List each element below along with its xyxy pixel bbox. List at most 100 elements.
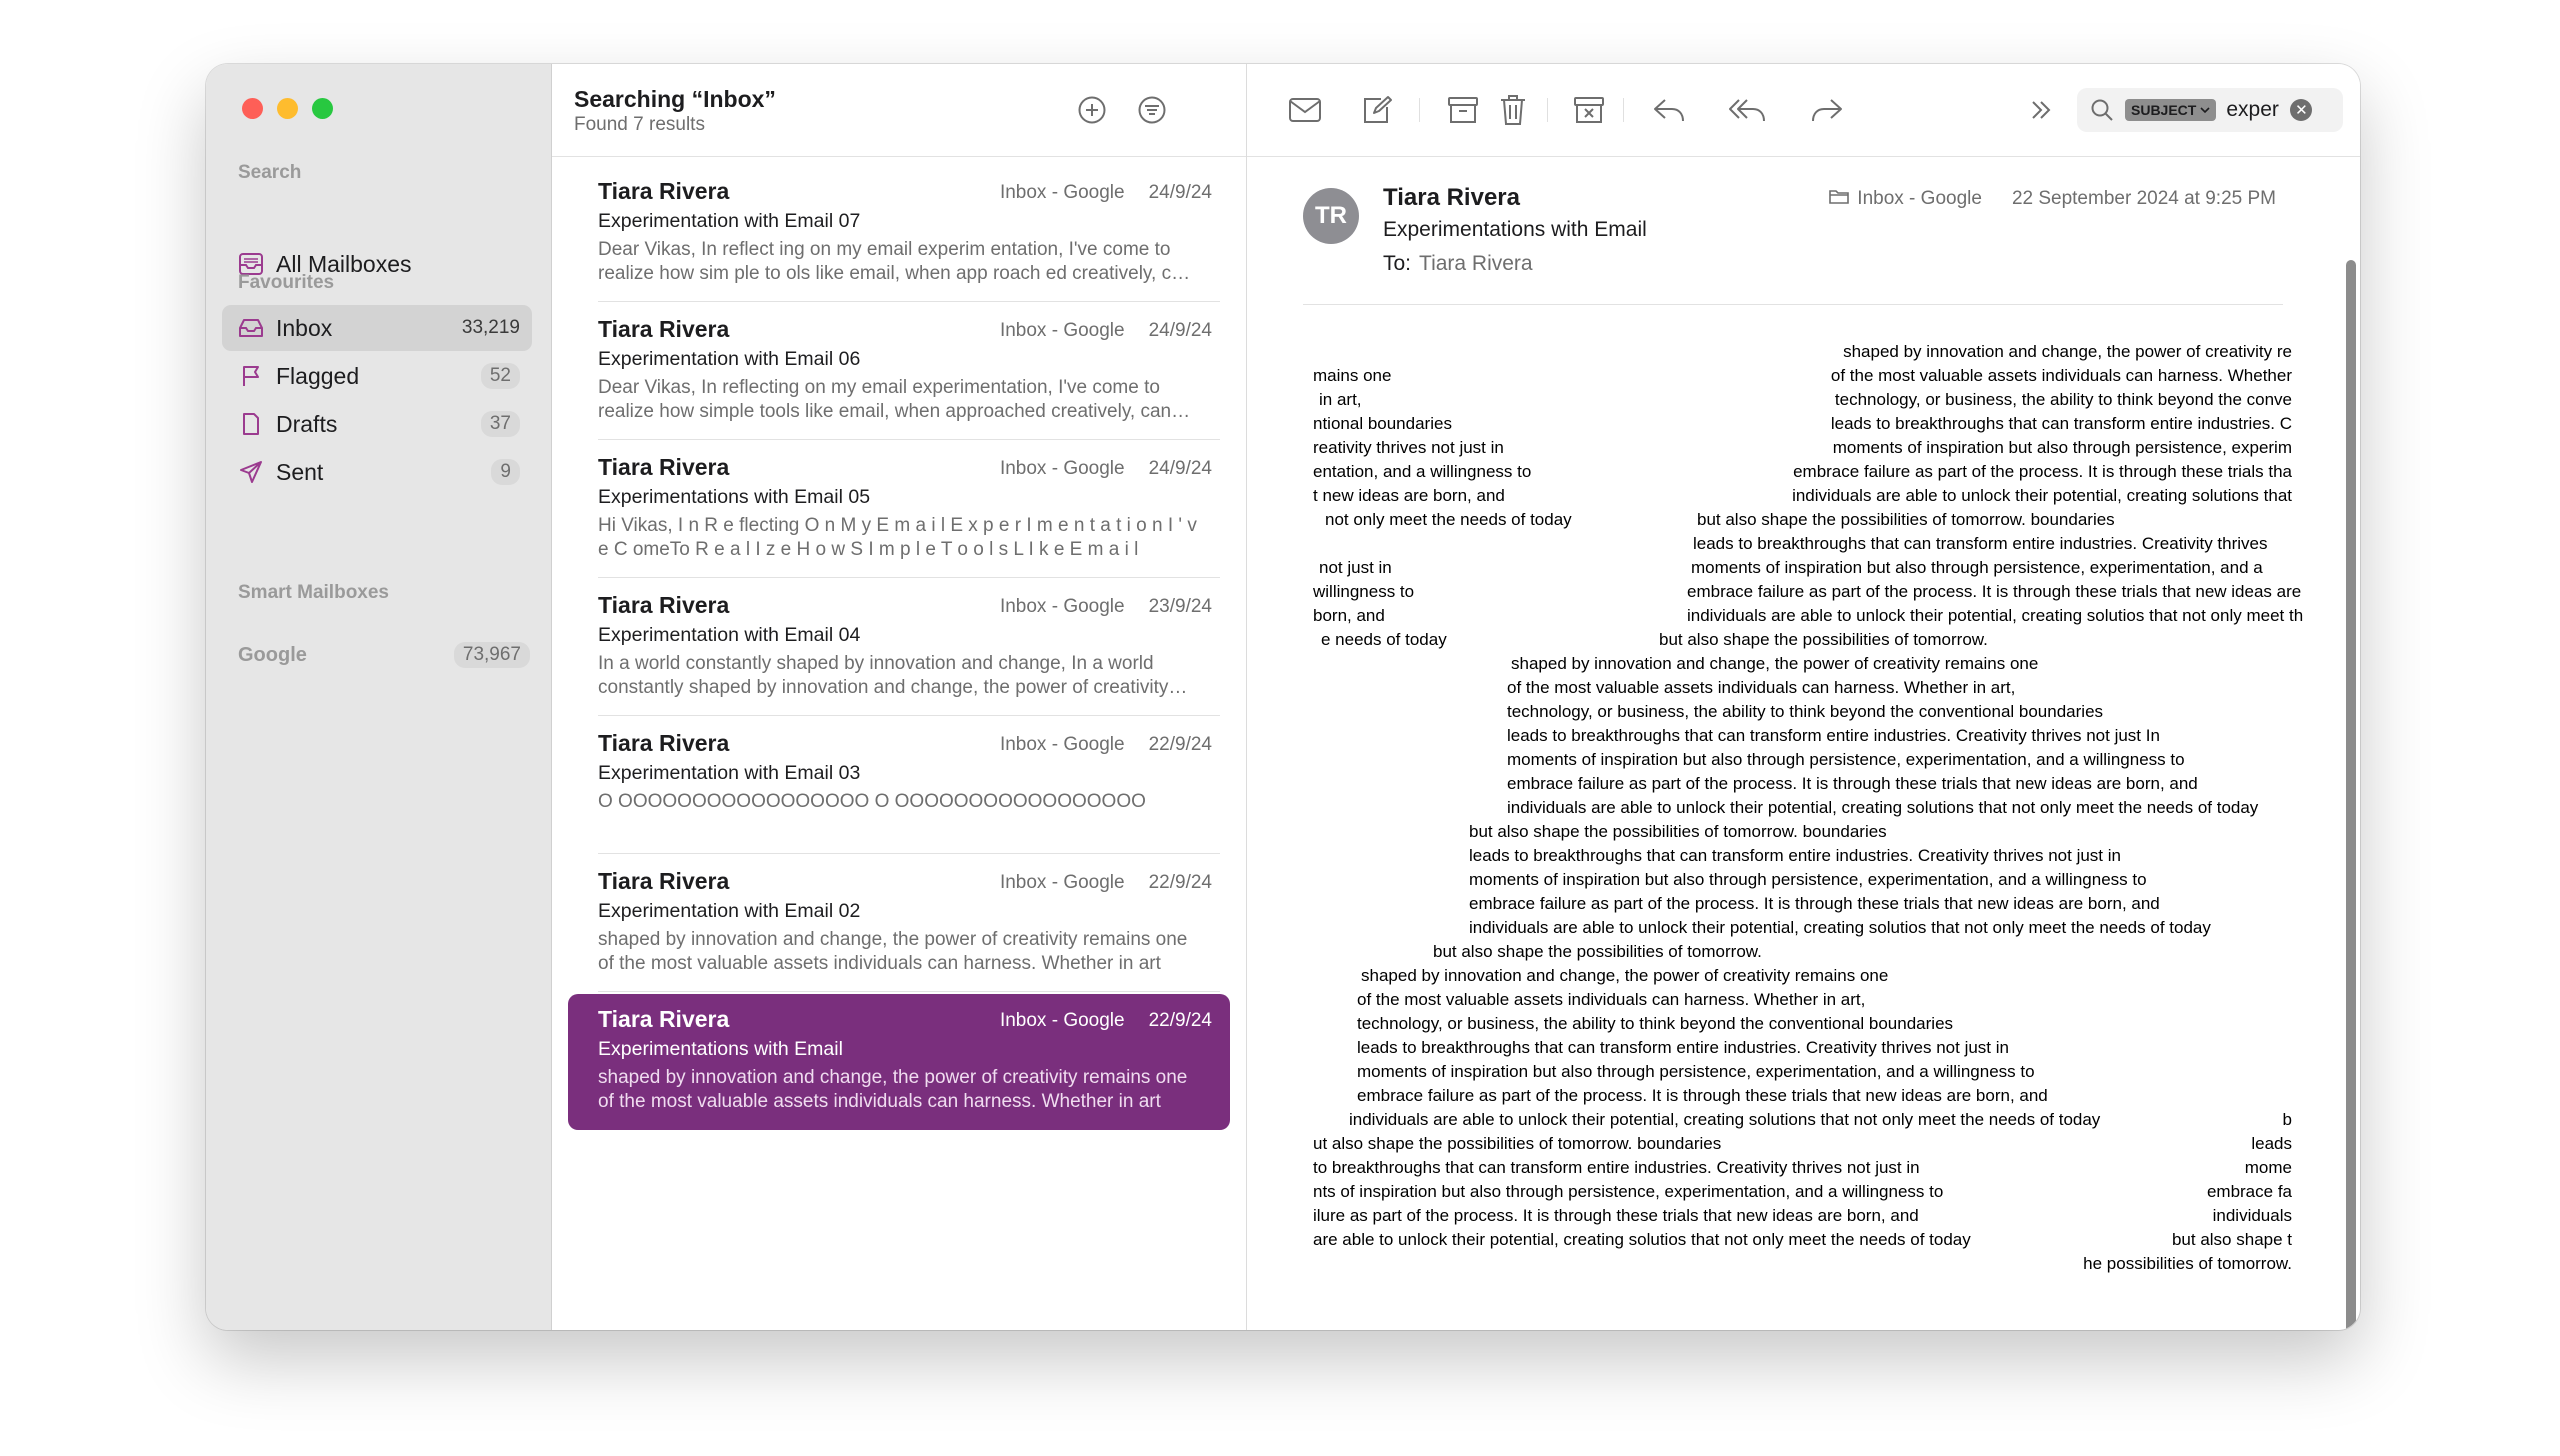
body-line: to breakthroughs that can transform enti… [1313, 1158, 1920, 1177]
body-line: embrace failure as part of the process. … [1507, 774, 2198, 793]
message-sender: Tiara Rivera [598, 592, 730, 618]
message-mailbox: Inbox - Google [999, 734, 1125, 755]
body-line: mome [2244, 1158, 2292, 1177]
flag-icon [236, 361, 266, 391]
message-subject: Experimentation with Email 04 [598, 624, 861, 646]
body-line: shaped by innovation and change, the pow… [1361, 966, 1889, 985]
document-icon [236, 409, 266, 439]
item-count: 37 [480, 411, 520, 437]
sidebar-item-inbox[interactable]: Inbox 33,219 [222, 305, 532, 351]
divider [598, 301, 1220, 302]
body-line: he possibilities of tomorrow. [2083, 1254, 2292, 1273]
minimize-window-button[interactable] [277, 98, 298, 119]
body-line: of the most valuable assets individuals … [1830, 366, 2292, 385]
message-sender: Tiara Rivera [598, 316, 730, 342]
body-line: individuals are able to unlock their pot… [1792, 486, 2292, 505]
body-line: but also shape the possibilities of tomo… [1469, 822, 1887, 841]
message-preview: In a world constantly shaped by innovati… [598, 653, 1169, 698]
message-date: 22/9/24 [1148, 734, 1212, 755]
body-line: but also shape t [2171, 1230, 2292, 1249]
message-subject: Experimentations with Email 05 [598, 486, 871, 508]
message-date: 23/9/24 [1148, 596, 1212, 617]
body-line: individuals [2212, 1206, 2292, 1225]
body-line: e needs of today [1321, 630, 1447, 649]
message-item[interactable]: Tiara Rivera Inbox - Google 22/9/24 Exper… [568, 856, 1230, 992]
body-line: individuals are able to unlock their pot… [1469, 918, 2211, 937]
sidebar-item-label: Sent [276, 458, 324, 485]
sidebar-section-search: Search [238, 162, 302, 183]
unread-count: 33,219 [461, 317, 520, 338]
scrollbar-thumb[interactable] [2346, 260, 2356, 1330]
body-line: born, and [1313, 606, 1385, 625]
message-item[interactable]: Tiara Rivera Inbox - Google 24/9/24 Exper… [568, 304, 1230, 440]
body-line: embrace failure as part of the process. … [1357, 1086, 2048, 1105]
body-line: ut also shape the possibilities of tomor… [1313, 1134, 1722, 1153]
body-line: leads to breakthroughs that can transfor… [1469, 846, 2121, 865]
body-line: leads [2251, 1134, 2292, 1153]
body-line: are able to unlock their potential, crea… [1313, 1230, 1971, 1249]
message-preview: Hi Vikas, I n R e flecting O n M y E m a… [598, 515, 1197, 560]
message-sender: Tiara Rivera [598, 454, 730, 480]
add-button[interactable] [1074, 92, 1110, 128]
divider [598, 577, 1220, 578]
message-subject: Experimentation with Email 07 [598, 210, 861, 232]
sidebar-item-drafts[interactable]: Drafts 37 [222, 401, 532, 447]
body-line: embrace fa [2206, 1182, 2292, 1201]
sidebar-item-flagged[interactable]: Flagged 52 [222, 353, 532, 399]
message-date: 24/9/24 [1148, 458, 1212, 479]
paper-plane-icon [236, 457, 266, 487]
message-subject: Experimentation with Email 03 [598, 762, 861, 784]
sidebar-item-sent[interactable]: Sent 9 [222, 449, 532, 495]
filter-button[interactable] [1134, 92, 1170, 128]
sidebar-item-google[interactable]: Google 73,967 [238, 642, 530, 668]
divider [598, 439, 1220, 440]
message-item[interactable]: Tiara Rivera Inbox - Google 22/9/24 Exper… [568, 718, 1230, 854]
body-line: ntional boundaries [1313, 414, 1452, 433]
body-line: individuals are able to unlock their pot… [1349, 1110, 2101, 1129]
item-count: 9 [491, 459, 520, 485]
message-mailbox: Inbox - Google [999, 1010, 1125, 1031]
close-window-button[interactable] [242, 98, 263, 119]
message-date: 22/9/24 [1148, 1010, 1212, 1031]
divider [598, 853, 1220, 854]
message-item[interactable]: Tiara Rivera Inbox - Google 24/9/24 Exper… [568, 166, 1230, 302]
mail-window: Search All Mailboxes Favourites Inbox 33… [206, 64, 2360, 1330]
body-line: not only meet the needs of today [1325, 510, 1572, 529]
sidebar-item-label: Google [238, 643, 307, 666]
message-date: 22/9/24 [1148, 872, 1212, 893]
message-mailbox: Inbox - Google [999, 872, 1125, 893]
message-date: 24/9/24 [1148, 182, 1212, 203]
body-line: shaped by innovation and change, the pow… [1843, 342, 2292, 361]
body-line: not just in [1319, 558, 1392, 577]
body-line: of the most valuable assets individuals … [1507, 678, 2016, 697]
message-mailbox: Inbox - Google [999, 596, 1125, 617]
body-line: leads to breakthroughs that can transfor… [1357, 1038, 2009, 1057]
body-line: individuals are able to unlock their pot… [1507, 798, 2259, 817]
result-count: Found 7 results [574, 114, 705, 135]
message-item[interactable]: Tiara Rivera Inbox - Google 24/9/24 Exper… [568, 442, 1230, 578]
message-mailbox: Inbox - Google [999, 458, 1125, 479]
message-preview: shaped by innovation and change, the pow… [598, 1067, 1188, 1112]
message-preview: Dear Vikas, In reflecting on my email ex… [598, 377, 1172, 422]
body-line: moments of inspiration but also through … [1832, 438, 2292, 457]
body-line: t new ideas are born, and [1313, 486, 1505, 505]
body-line: but also shape the possibilities of tomo… [1659, 630, 1988, 649]
body-line: reativity thrives not just in [1313, 438, 1504, 457]
scrollbar[interactable] [2342, 156, 2360, 1330]
zoom-window-button[interactable] [312, 98, 333, 119]
reading-pane: SUBJECT ✕ TR Tiara Rivera Experimentatio… [1247, 64, 2360, 1330]
list-header: Searching “Inbox” Found 7 results [552, 64, 1246, 157]
divider [598, 715, 1220, 716]
message-sender: Tiara Rivera [598, 1006, 730, 1032]
item-count: 52 [480, 363, 520, 389]
body-line: embrace failure as part of the process. … [1793, 462, 2292, 481]
message-item[interactable]: Tiara Rivera Inbox - Google 23/9/24 Exper… [568, 580, 1230, 716]
body-line: willingness to [1313, 582, 1415, 601]
window-controls [242, 98, 333, 119]
message-list: Searching “Inbox” Found 7 results Tiara … [552, 64, 1247, 1330]
message-item-selected[interactable]: Tiara Rivera Inbox - Google 22/9/24 Exper… [568, 994, 1230, 1130]
body-line: leads to breakthroughs that can transfor… [1830, 414, 2292, 433]
body-line: entation, and a willingness to [1313, 462, 1532, 481]
body-line: leads to breakthroughs that can transfor… [1507, 726, 2160, 745]
body-line: embrace failure as part of the process. … [1687, 582, 2302, 601]
